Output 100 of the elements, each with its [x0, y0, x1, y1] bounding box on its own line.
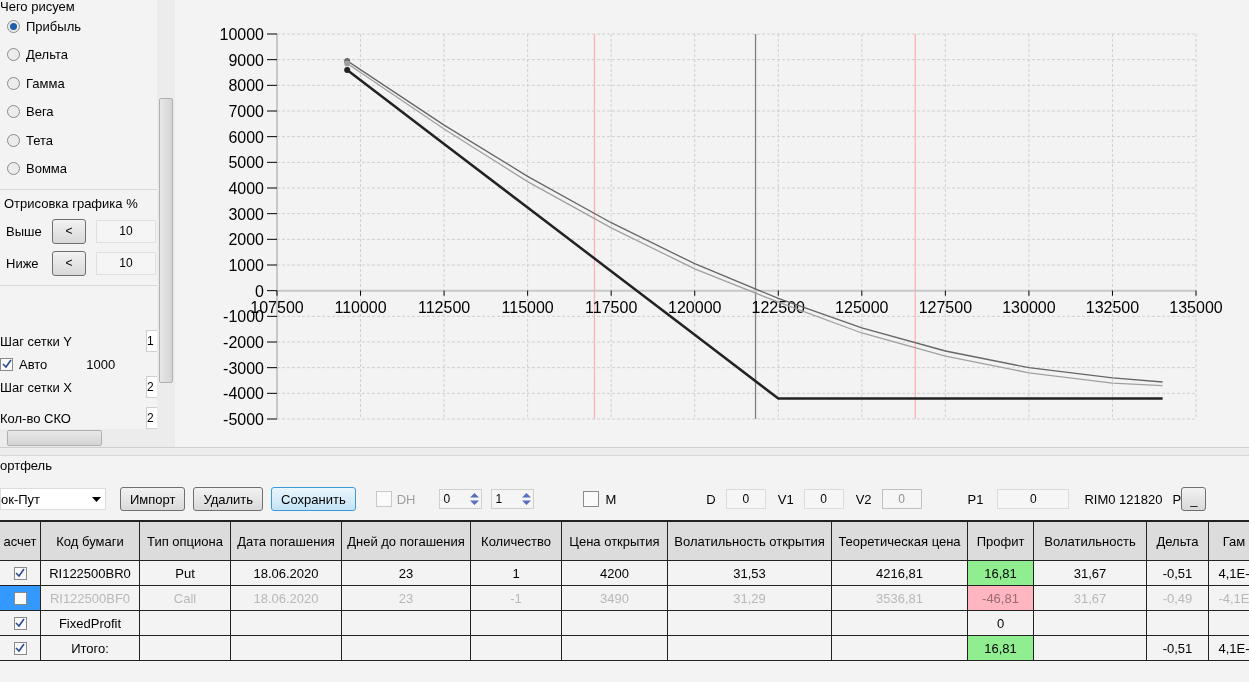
value-field[interactable]: 10: [96, 251, 156, 275]
horizontal-scrollbar[interactable]: [0, 429, 157, 447]
spin-arrows-icon: [468, 491, 482, 507]
radio-icon[interactable]: [7, 48, 20, 62]
x-tick-label: 135000: [1169, 298, 1223, 316]
y-tick-label: -5000: [223, 411, 264, 428]
field-label: Ниже: [6, 255, 40, 271]
radio-option[interactable]: Дельта: [0, 40, 157, 69]
radio-icon[interactable]: [7, 133, 20, 147]
y-tick-label: -4000: [223, 385, 264, 403]
caret-icon: [92, 496, 101, 502]
radio-icon[interactable]: [7, 105, 20, 119]
radio-label: Вега: [26, 104, 54, 120]
radio-label: Прибыль: [26, 18, 81, 34]
radio-option[interactable]: Тета: [0, 126, 157, 155]
column-header[interactable]: Гам: [1209, 522, 1249, 560]
radio-icon[interactable]: [7, 76, 20, 90]
radio-label: Гамма: [26, 75, 65, 91]
radio-label: Дельта: [26, 47, 68, 63]
toolbar-button[interactable]: Сохранить: [271, 487, 356, 511]
minimize-button[interactable]: _: [1181, 487, 1207, 511]
auto-checkbox[interactable]: [0, 357, 13, 371]
column-header[interactable]: асчет: [0, 522, 41, 560]
group-title: ортфель: [0, 458, 53, 473]
checkbox-label: DH: [396, 491, 416, 507]
profit-cell: 16,81: [968, 636, 1034, 660]
value-field[interactable]: 2: [146, 376, 157, 398]
m-checkbox[interactable]: [583, 491, 600, 507]
group-title: Отрисовка графика %: [3, 196, 139, 211]
x-tick-label: 117500: [585, 298, 638, 316]
y-tick-label: 6000: [228, 128, 264, 146]
column-header[interactable]: Тип опциона: [140, 522, 231, 560]
column-header[interactable]: Дней до погашения: [342, 522, 471, 560]
column-header[interactable]: Количество: [471, 522, 562, 560]
x-tick-label: 127500: [918, 298, 973, 316]
column-header[interactable]: Профит: [968, 522, 1034, 560]
column-header[interactable]: Теоретическая цена: [832, 522, 968, 560]
field-label: V2: [855, 491, 872, 507]
spin-arrows-icon: [520, 491, 534, 507]
column-header[interactable]: Код бумаги: [41, 522, 140, 560]
profit-cell: -46,81: [968, 586, 1034, 610]
x-tick-label: 122500: [751, 298, 805, 316]
value-field[interactable]: 0: [803, 489, 844, 509]
profit-cell: 16,81: [968, 561, 1034, 585]
value-field[interactable]: 10: [96, 219, 156, 243]
field-label: P1: [967, 491, 984, 507]
field-label: P: [1172, 491, 1182, 507]
field-label: Выше: [6, 223, 43, 239]
radio-option[interactable]: Вега: [0, 97, 157, 126]
y-tick-label: 4000: [228, 180, 264, 197]
row-checkbox[interactable]: [13, 566, 27, 580]
field-label: D: [706, 491, 716, 507]
y-tick-label: 1000: [228, 257, 264, 274]
value-field[interactable]: 0: [725, 489, 766, 509]
column-header[interactable]: Волатильность открытия: [668, 522, 832, 560]
column-header[interactable]: Волатильность: [1034, 522, 1147, 560]
value-field[interactable]: 1: [146, 330, 157, 352]
toolbar-button[interactable]: Удалить: [193, 487, 264, 511]
radio-icon[interactable]: [7, 162, 20, 176]
y-tick-label: -2000: [223, 334, 264, 351]
x-tick-label: 110000: [334, 298, 387, 316]
value-field[interactable]: 0: [997, 489, 1070, 509]
row-checkbox[interactable]: [13, 616, 27, 630]
x-tick-label: 130000: [1002, 298, 1056, 316]
y-tick-label: 7000: [228, 103, 264, 120]
y-tick-label: -3000: [223, 359, 264, 377]
toolbar-button[interactable]: Импорт: [120, 487, 186, 511]
field-label: Кол-во СКО: [0, 410, 71, 426]
x-tick-label: 112500: [418, 298, 471, 316]
radio-option[interactable]: Вомма: [0, 154, 157, 183]
x-tick-label: 120000: [668, 298, 722, 316]
y-tick-label: 3000: [228, 205, 264, 223]
x-tick-label: 115000: [501, 298, 554, 316]
vertical-scrollbar[interactable]: [157, 0, 175, 447]
field-label: Шаг сетки X: [0, 379, 72, 395]
row-checkbox[interactable]: [13, 641, 27, 655]
x-tick-label: 132500: [1085, 298, 1140, 316]
radio-option[interactable]: Гамма: [0, 69, 157, 98]
auto-value: 1000: [86, 356, 116, 372]
y-tick-label: 10000: [219, 26, 264, 43]
y-tick-label: 0: [255, 282, 264, 300]
decrease-button[interactable]: <: [52, 218, 86, 244]
y-tick-label: 9000: [228, 51, 264, 69]
decrease-button[interactable]: <: [52, 250, 86, 276]
radio-label: Тета: [26, 132, 54, 148]
price-label: RIM0 121820: [1084, 491, 1163, 507]
strategy-dropdown[interactable]: ок-Пут: [0, 488, 106, 510]
column-header[interactable]: Цена открытия: [562, 522, 668, 560]
field-label: Шаг сетки Y: [0, 333, 72, 349]
column-header[interactable]: Дата погашения: [231, 522, 342, 560]
y-tick-label: 5000: [228, 154, 264, 172]
x-tick-label: 125000: [835, 298, 889, 316]
column-header[interactable]: Дельта: [1147, 522, 1209, 560]
y-tick-label: 2000: [228, 231, 264, 249]
number-spinner[interactable]: 1: [491, 489, 535, 509]
number-spinner[interactable]: 0: [439, 489, 483, 509]
radio-label: Вомма: [26, 161, 67, 177]
y-tick-label: 8000: [228, 77, 264, 95]
field-label: V1: [777, 491, 794, 507]
radio-icon[interactable]: [7, 19, 20, 33]
